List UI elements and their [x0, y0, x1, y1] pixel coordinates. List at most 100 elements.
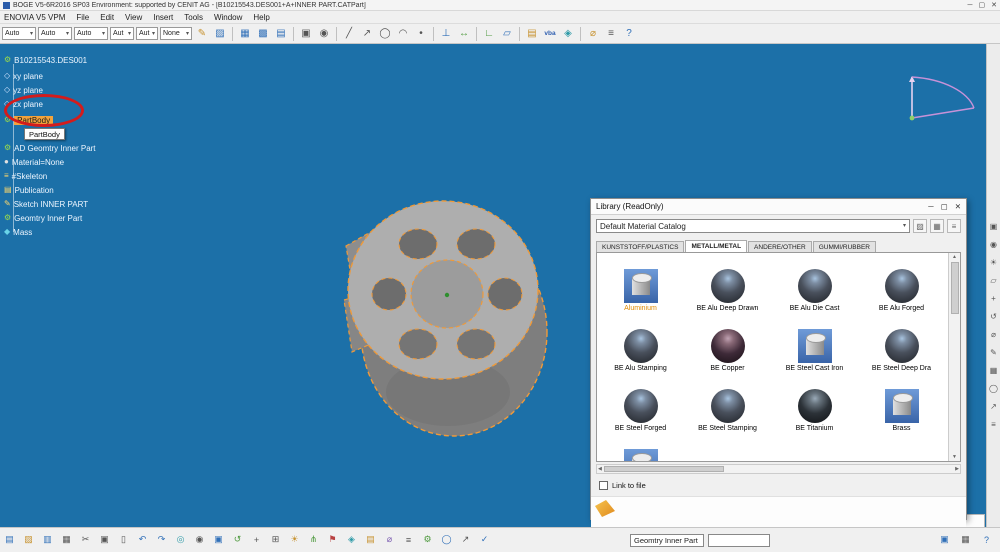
part-hole[interactable]: [398, 228, 438, 260]
grid-icon[interactable]: ▦: [958, 532, 973, 547]
menu-view[interactable]: View: [125, 13, 142, 22]
tab-kunststoff-plastics[interactable]: KUNSTSTOFF/PLASTICS: [596, 241, 685, 252]
sketch-icon[interactable]: ✎: [990, 348, 997, 357]
3d-viewport[interactable]: ⚙ B10215543.DES001 ◇ xy plane ◇ yz plane ◇ z…: [0, 44, 1000, 527]
menu-tools[interactable]: Tools: [184, 13, 203, 22]
dialog-close-icon[interactable]: ✕: [955, 202, 961, 211]
visibility-icon[interactable]: ◉: [316, 26, 332, 42]
menu-help[interactable]: Help: [253, 13, 269, 22]
arc-tool-icon[interactable]: ◠: [395, 26, 411, 42]
part-hole[interactable]: [487, 277, 523, 311]
maximize-icon[interactable]: ▢: [979, 1, 986, 10]
circle-tool-icon[interactable]: ◯: [377, 26, 393, 42]
isometric-view-icon[interactable]: ▣: [990, 222, 998, 231]
material-be-titanium[interactable]: BE Titanium: [771, 389, 858, 433]
search-icon[interactable]: ◎: [173, 532, 188, 547]
material-aluminium[interactable]: Aluminium: [597, 269, 684, 313]
part-hole[interactable]: [456, 328, 496, 360]
plane-icon[interactable]: ▱: [499, 26, 515, 42]
measure-icon[interactable]: ⌀: [585, 26, 601, 42]
list-view-icon[interactable]: ≡: [947, 219, 961, 233]
paste-icon[interactable]: ▯: [116, 532, 131, 547]
zoom-in-icon[interactable]: +: [249, 532, 264, 547]
scrollbar-thumb[interactable]: [603, 466, 724, 472]
new-document-icon[interactable]: ▤: [2, 532, 17, 547]
horizontal-scrollbar[interactable]: ◀ ▶: [596, 464, 961, 474]
filter-combo-6[interactable]: None ▾: [160, 27, 192, 40]
scrollbar-thumb[interactable]: [950, 262, 959, 314]
tab-andere-other[interactable]: ANDERE/OTHER: [748, 241, 812, 252]
material-be-steel-cast-iron[interactable]: BE Steel Cast Iron: [771, 329, 858, 373]
lock-icon[interactable]: ▣: [298, 26, 314, 42]
macro-icon[interactable]: ◈: [560, 26, 576, 42]
redo-icon[interactable]: ↷: [154, 532, 169, 547]
material-brass[interactable]: Brass: [858, 389, 945, 433]
tree-item-geometry-inner-part-set[interactable]: ⚙ AD Geomtry Inner Part: [4, 142, 174, 154]
tab-metall-metal[interactable]: METALL/METAL: [685, 240, 748, 252]
snap-grid-icon[interactable]: ▩: [255, 26, 271, 42]
close-icon[interactable]: ✕: [991, 1, 997, 10]
shading-icon[interactable]: ▣: [211, 532, 226, 547]
power-input-field[interactable]: Geomtry Inner Part: [630, 534, 704, 547]
normal-view-icon[interactable]: ↗: [990, 402, 997, 411]
filter-combo-4[interactable]: Aut ▾: [110, 27, 134, 40]
save-icon[interactable]: ▥: [40, 532, 55, 547]
point-tool-icon[interactable]: •: [413, 26, 429, 42]
settings-gear-icon[interactable]: ⚙: [420, 532, 435, 547]
circle-tool-icon[interactable]: ◯: [439, 532, 454, 547]
fit-all-icon[interactable]: ⊞: [268, 532, 283, 547]
part-hole[interactable]: [371, 277, 407, 311]
layers-icon[interactable]: ≡: [603, 26, 619, 42]
menu-insert[interactable]: Insert: [153, 13, 173, 22]
lighting-icon[interactable]: ☀: [990, 258, 997, 267]
tab-gummi-rubber[interactable]: GUMMI/RUBBER: [812, 241, 876, 252]
hide-show-icon[interactable]: ◉: [192, 532, 207, 547]
link-to-file-checkbox[interactable]: Link to file: [599, 480, 646, 490]
tree-item-sketch-inner-part[interactable]: ✎ Sketch INNER PART: [4, 198, 174, 210]
lighting-icon[interactable]: ☀: [287, 532, 302, 547]
filter-combo-3[interactable]: Auto ▾: [74, 27, 108, 40]
material-catalog-select[interactable]: Default Material Catalog ▾: [596, 219, 910, 233]
measure-icon[interactable]: ⌀: [991, 330, 996, 339]
material-item-partial[interactable]: [597, 449, 684, 461]
help-icon[interactable]: ?: [621, 26, 637, 42]
material-be-steel-stamping[interactable]: BE Steel Stamping: [684, 389, 771, 433]
vba-macro-icon[interactable]: vba: [542, 26, 558, 42]
open-icon[interactable]: ▨: [21, 532, 36, 547]
layers-icon[interactable]: ≡: [991, 420, 996, 429]
menu-window[interactable]: Window: [214, 13, 242, 22]
material-be-alu-forged[interactable]: BE Alu Forged: [858, 269, 945, 313]
table-icon[interactable]: ▤: [273, 26, 289, 42]
material-be-steel-deep-drawn[interactable]: BE Steel Deep Dra: [858, 329, 945, 373]
menu-enovia[interactable]: ENOVIA V5 VPM: [4, 13, 65, 22]
part-hole[interactable]: [398, 328, 438, 360]
menu-file[interactable]: File: [76, 13, 89, 22]
tree-item-zx-plane[interactable]: ◇ zx plane: [4, 98, 174, 110]
scroll-left-icon[interactable]: ◀: [598, 465, 602, 473]
material-be-copper[interactable]: BE Copper: [684, 329, 771, 373]
tree-item-skeleton[interactable]: ≡ #Skeleton: [4, 170, 174, 182]
hide-show-icon[interactable]: ◉: [990, 240, 997, 249]
zoom-in-icon[interactable]: +: [991, 294, 996, 303]
scroll-down-icon[interactable]: ▼: [952, 453, 957, 461]
power-input-secondary-field[interactable]: [708, 534, 770, 547]
minimize-icon[interactable]: ─: [968, 1, 973, 10]
scroll-right-icon[interactable]: ▶: [955, 465, 959, 473]
line-tool-icon[interactable]: ╱: [341, 26, 357, 42]
grid-icon[interactable]: ▦: [990, 366, 998, 375]
help-icon[interactable]: ?: [979, 532, 994, 547]
dimension-icon[interactable]: ↔: [456, 26, 472, 42]
tree-item-yz-plane[interactable]: ◇ yz plane: [4, 84, 174, 96]
scroll-up-icon[interactable]: ▲: [952, 253, 957, 261]
menu-edit[interactable]: Edit: [100, 13, 114, 22]
cut-icon[interactable]: ✂: [78, 532, 93, 547]
macro-icon[interactable]: ◈: [344, 532, 359, 547]
filter-combo-2[interactable]: Auto ▾: [38, 27, 72, 40]
material-be-steel-forged[interactable]: BE Steel Forged: [597, 389, 684, 433]
filter-combo-5[interactable]: Aut ▾: [136, 27, 158, 40]
constraint-icon[interactable]: ⊥: [438, 26, 454, 42]
copy-icon[interactable]: ▣: [97, 532, 112, 547]
tree-item-partbody[interactable]: ⚙ PartBody: [4, 114, 174, 126]
catalog-icon[interactable]: ▤: [524, 26, 540, 42]
rotate-icon[interactable]: ↺: [230, 532, 245, 547]
